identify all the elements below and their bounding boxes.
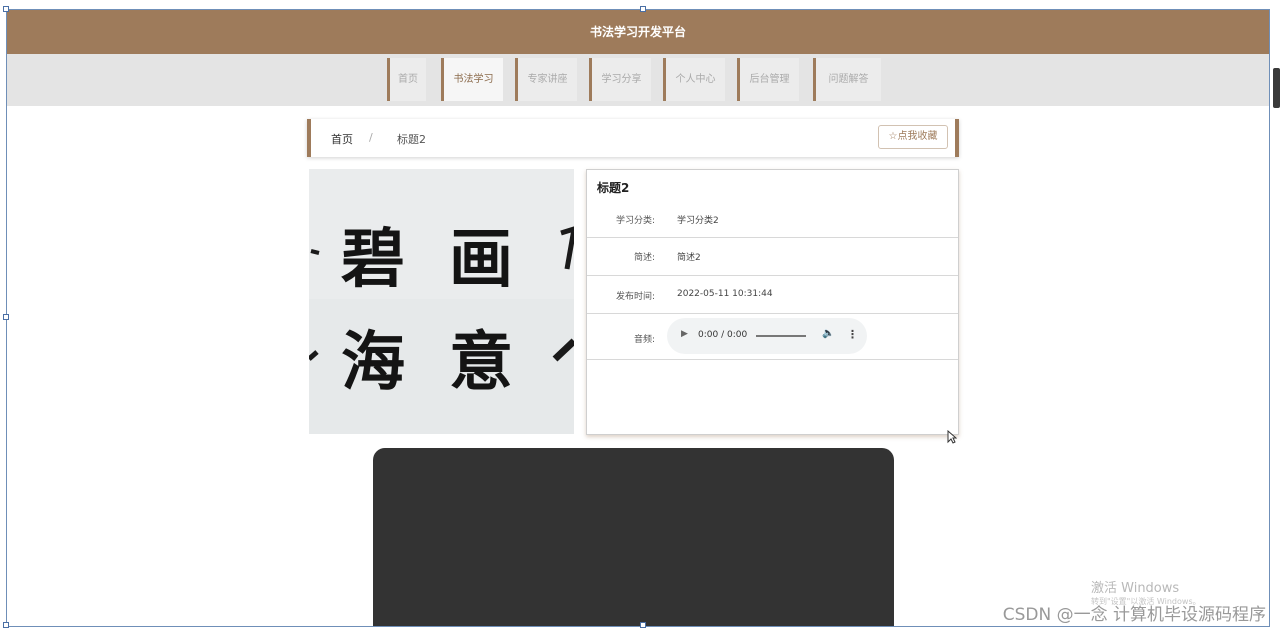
nav-personal-center[interactable]: 个人中心 xyxy=(663,58,725,101)
selection-handle-bm[interactable] xyxy=(640,622,646,628)
publish-time-label: 发布时间: xyxy=(615,292,655,302)
detail-row-summary: 简述: 简述2 xyxy=(587,237,958,276)
favorite-button[interactable]: ☆点我收藏 xyxy=(878,125,948,149)
nav-expert-lectures[interactable]: 专家讲座 xyxy=(515,58,577,101)
calligraphy-char-1: 碧 xyxy=(341,222,405,297)
detail-title: 标题2 xyxy=(597,181,630,195)
nav-calligraphy-study[interactable]: 书法学习 xyxy=(441,58,503,101)
selection-handle-bl[interactable] xyxy=(3,622,9,628)
calligraphy-char-2: 画 xyxy=(449,222,513,297)
breadcrumb-home[interactable]: 首页 xyxy=(331,131,353,147)
play-icon[interactable]: ▶ xyxy=(681,329,688,339)
breadcrumb-bar: 首页 / 标题2 ☆点我收藏 xyxy=(307,119,959,157)
nav-study-share[interactable]: 学习分享 xyxy=(589,58,651,101)
nav-admin[interactable]: 后台管理 xyxy=(737,58,799,101)
more-options-icon[interactable]: ⋮ xyxy=(847,328,858,341)
calligraphy-image: 碧 画 海 意 xyxy=(309,169,574,434)
category-value: 学习分类2 xyxy=(677,216,719,226)
video-player[interactable] xyxy=(373,448,894,626)
audio-time: 0:00 / 0:00 xyxy=(698,330,748,340)
selection-handle-tl[interactable] xyxy=(3,6,9,12)
site-header: 书法学习开发平台 xyxy=(7,10,1269,54)
calligraphy-artwork: 碧 画 海 意 xyxy=(309,169,574,434)
detail-panel: 标题2 学习分类: 学习分类2 简述: 简述2 发布时间: 2022-05-11… xyxy=(586,169,959,435)
volume-icon[interactable]: 🔈 xyxy=(822,328,834,339)
detail-row-audio: 音频: ▶ 0:00 / 0:00 🔈 ⋮ xyxy=(587,313,958,360)
summary-value: 简述2 xyxy=(677,253,701,263)
site-title: 书法学习开发平台 xyxy=(589,25,686,39)
calligraphy-char-4: 意 xyxy=(449,325,513,400)
nav-home[interactable]: 首页 xyxy=(387,58,426,101)
selection-handle-tm[interactable] xyxy=(640,6,646,12)
selection-handle-ml[interactable] xyxy=(3,314,9,320)
calligraphy-char-3: 海 xyxy=(341,325,405,400)
publish-time-value: 2022-05-11 10:31:44 xyxy=(677,289,773,299)
browser-frame: 书法学习开发平台 首页 书法学习 专家讲座 学习分享 个人中心 后台管理 问题解… xyxy=(6,9,1270,627)
category-label: 学习分类: xyxy=(615,216,655,226)
csdn-watermark: CSDN @一念 计算机毕设源码程序 xyxy=(1002,605,1266,625)
detail-row-publish-time: 发布时间: 2022-05-11 10:31:44 xyxy=(587,275,958,314)
audio-player[interactable]: ▶ 0:00 / 0:00 🔈 ⋮ xyxy=(667,318,867,354)
detail-row-category: 学习分类: 学习分类2 xyxy=(587,200,958,238)
breadcrumb-separator: / xyxy=(369,131,373,144)
main-nav: 首页 书法学习 专家讲座 学习分享 个人中心 后台管理 问题解答 xyxy=(7,54,1269,106)
scrollbar[interactable] xyxy=(1273,68,1280,108)
audio-progress-track[interactable] xyxy=(756,335,806,337)
summary-label: 简述: xyxy=(633,253,655,263)
windows-activation-title: 激活 Windows xyxy=(1091,581,1180,596)
mouse-cursor-icon xyxy=(947,430,957,444)
nav-qa[interactable]: 问题解答 xyxy=(813,58,881,101)
audio-label: 音频: xyxy=(633,335,655,345)
breadcrumb-current: 标题2 xyxy=(397,133,426,146)
